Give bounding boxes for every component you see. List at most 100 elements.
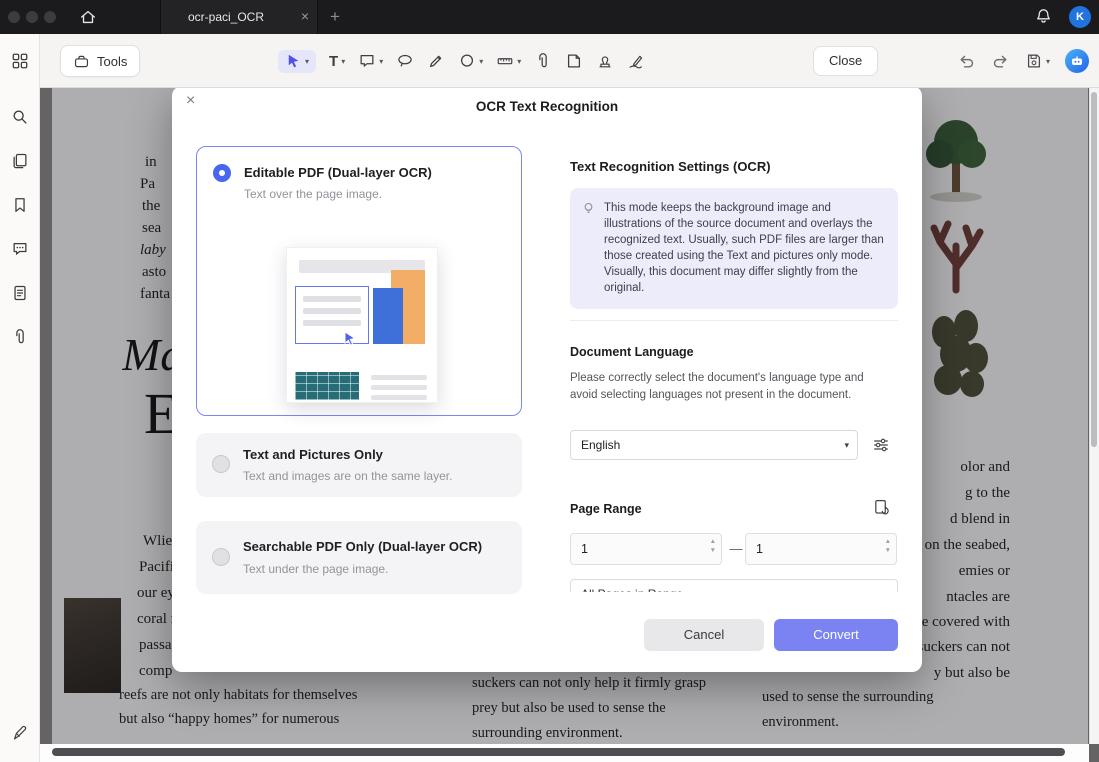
select-tool[interactable]: ▾ (278, 50, 316, 73)
ocr-option-text-pictures[interactable]: Text and Pictures Only Text and images a… (196, 433, 522, 497)
comment-icon (358, 52, 376, 70)
sticker-tool[interactable] (565, 52, 583, 70)
new-tab-button[interactable]: + (330, 0, 340, 33)
user-avatar[interactable]: K (1069, 6, 1091, 28)
notification-bell-icon[interactable] (1034, 7, 1053, 26)
ocr-option-editable-pdf[interactable]: Editable PDF (Dual-layer OCR) Text over … (196, 146, 522, 416)
stepper-down-icon[interactable]: ▼ (710, 548, 716, 555)
highlighter-icon (427, 52, 445, 70)
pen-edit-icon[interactable] (11, 724, 29, 742)
save-tool[interactable]: ▾ (1025, 52, 1050, 70)
horizontal-scrollbar-thumb[interactable] (52, 748, 1065, 756)
window-zoom-button[interactable] (44, 11, 56, 23)
tab-close-icon[interactable]: × (301, 0, 309, 33)
grid-menu-icon[interactable] (11, 52, 29, 70)
radio-selected-icon[interactable] (213, 164, 231, 182)
tab-title: ocr-paci_OCR (161, 0, 291, 34)
save-icon (1025, 52, 1043, 70)
search-icon[interactable] (11, 108, 29, 126)
page-to-field: ▲ ▼ (745, 533, 897, 565)
bookmark-icon[interactable] (11, 196, 29, 214)
measure-tool[interactable]: ▾ (496, 52, 521, 70)
convert-button[interactable]: Convert (774, 619, 898, 651)
info-box: This mode keeps the background image and… (570, 188, 898, 309)
oval-callout-icon (396, 52, 414, 70)
chevron-down-icon: ▾ (884, 580, 889, 592)
titlebar: ocr-paci_OCR × + K (0, 0, 1099, 34)
option-label: Searchable PDF Only (Dual-layer OCR) (243, 539, 482, 554)
page-scope-select-clipped[interactable]: All Pages in Range ▾ (570, 579, 898, 592)
ocr-option-searchable-pdf[interactable]: Searchable PDF Only (Dual-layer OCR) Tex… (196, 521, 522, 594)
horizontal-scrollbar[interactable] (40, 744, 1089, 762)
option-description: Text under the page image. (243, 562, 388, 576)
highlighter-tool[interactable] (427, 52, 445, 70)
robot-icon (1070, 54, 1084, 68)
comment-tool[interactable]: ▾ (358, 52, 383, 70)
chevron-down-icon: ▾ (305, 57, 309, 66)
window-minimize-button[interactable] (26, 11, 38, 23)
tools-button[interactable]: Tools (60, 45, 140, 77)
chevron-down-icon: ▾ (844, 431, 849, 459)
app-window: ocr-paci_OCR × + K Tools ▾ T ▾ ▾ (0, 0, 1099, 762)
document-tab[interactable]: ocr-paci_OCR × (160, 0, 318, 34)
option-label: Text and Pictures Only (243, 447, 383, 462)
callout-tool[interactable] (396, 52, 414, 70)
chevron-down-icon: ▾ (379, 57, 383, 66)
undo-icon[interactable] (957, 52, 976, 71)
option-label: Editable PDF (Dual-layer OCR) (244, 165, 432, 180)
shape-tool[interactable]: ▾ (458, 52, 483, 70)
page-from-input[interactable] (570, 533, 722, 565)
attachments-icon[interactable] (11, 328, 29, 346)
toolbar-right-group: ▾ (957, 49, 1089, 73)
language-settings-icon[interactable] (872, 436, 890, 454)
settings-heading: Text Recognition Settings (OCR) (570, 159, 771, 174)
language-select-value: English (581, 431, 620, 459)
tools-button-label: Tools (97, 54, 127, 69)
close-editor-button[interactable]: Close (813, 46, 878, 76)
ocr-mode-illustration (286, 247, 438, 403)
sticker-icon (565, 52, 583, 70)
cursor-icon (285, 53, 302, 70)
notes-icon[interactable] (11, 284, 29, 302)
vertical-scrollbar-thumb[interactable] (1091, 92, 1097, 447)
signature-pen-icon (627, 52, 645, 70)
attach-tool[interactable] (534, 52, 552, 70)
info-text: This mode keeps the background image and… (604, 200, 884, 297)
document-viewport: in Pa the sea laby asto fanta Ma E Wlien… (40, 88, 1099, 762)
stepper-up-icon[interactable]: ▲ (710, 539, 716, 546)
comments-icon[interactable] (11, 240, 29, 258)
language-hint: Please correctly select the document's l… (570, 370, 894, 403)
section-divider (570, 320, 898, 321)
cancel-button[interactable]: Cancel (644, 619, 764, 651)
page-range-heading: Page Range (570, 502, 642, 516)
stepper: ▲ ▼ (710, 539, 716, 554)
redo-icon[interactable] (991, 52, 1010, 71)
home-icon[interactable] (79, 8, 97, 26)
illustration-image-block (295, 372, 359, 400)
chevron-down-icon: ▾ (341, 57, 345, 66)
signature-tool[interactable] (627, 52, 645, 70)
document-language-heading: Document Language (570, 345, 694, 359)
stepper-up-icon[interactable]: ▲ (885, 539, 891, 546)
stamp-icon (596, 52, 614, 70)
vertical-scrollbar[interactable] (1089, 88, 1099, 744)
page-range-icon[interactable] (872, 498, 891, 517)
annotation-toolbar: ▾ T ▾ ▾ ▾ ▾ (278, 45, 645, 77)
page-thumbnails-icon[interactable] (11, 152, 29, 170)
radio-icon[interactable] (212, 548, 230, 566)
option-description: Text over the page image. (244, 187, 382, 201)
radio-icon[interactable] (212, 455, 230, 473)
stamp-tool[interactable] (596, 52, 614, 70)
language-select[interactable]: English ▾ (570, 430, 858, 460)
chevron-down-icon: ▾ (479, 57, 483, 66)
page-scope-value: All Pages in Range (581, 580, 683, 592)
stepper-down-icon[interactable]: ▼ (885, 548, 891, 555)
page-to-input[interactable] (745, 533, 897, 565)
circle-shape-icon (458, 52, 476, 70)
window-close-button[interactable] (8, 11, 20, 23)
ai-assistant-button[interactable] (1065, 49, 1089, 73)
illustration-page (286, 247, 438, 403)
ruler-icon (496, 52, 514, 70)
range-separator: — (727, 533, 745, 565)
text-tool[interactable]: T ▾ (329, 54, 345, 69)
